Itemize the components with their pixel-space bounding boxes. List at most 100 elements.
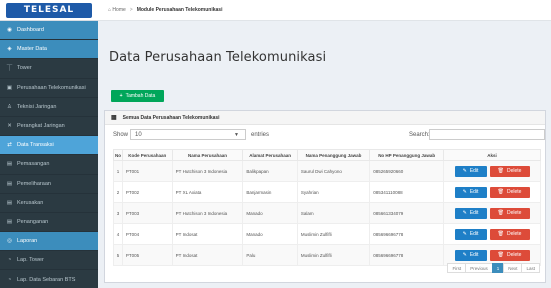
entries-value: 10 <box>135 132 142 138</box>
logo-text: TELESAL <box>6 2 92 18</box>
search-label: Search: <box>409 132 430 138</box>
sidebar-item-kerusakan[interactable]: ▤ Kerusakan <box>0 194 98 213</box>
trash-icon: 🗑 <box>497 210 504 216</box>
search-input[interactable] <box>429 129 545 140</box>
table-cell: Syahrian <box>296 181 371 203</box>
delete-button[interactable]: 🗑 Delete <box>489 249 530 261</box>
table-controls: Show 10 ▼ entries Search: <box>113 129 545 143</box>
row-actions: ✎ Edit 🗑 Delete <box>444 207 540 219</box>
edit-label: Edit <box>469 189 479 195</box>
trash-icon: 🗑 <box>497 168 504 174</box>
maintenance-icon: ▤ <box>6 180 13 187</box>
install-icon: ▤ <box>6 161 13 168</box>
companies-table: No Kode Perusahaan Nama Perusahaan Alamat P… <box>113 149 541 266</box>
sidebar-item-label: Perangkat Jaringan <box>17 123 65 130</box>
trash-icon: 🗑 <box>497 252 504 258</box>
edit-button[interactable]: ✎ Edit <box>454 186 487 198</box>
logo[interactable]: TELESAL <box>0 0 98 21</box>
sidebar-nav: ◉ Dashboard ◈ Master Data ⏉ Tower ▣ Perusahaan … <box>0 21 98 288</box>
table-cell: Muslimin Zulfifli <box>296 244 371 266</box>
breadcrumb-current: Module Perusahaan Telekomunikasi <box>136 7 223 13</box>
breadcrumb: ⌂ Home > Module Perusahaan Telekomunikas… <box>98 0 551 21</box>
damage-icon: ▤ <box>6 199 13 206</box>
sidebar-item-master-data[interactable]: ◈ Master Data <box>0 40 98 60</box>
table-cell: PT Indosat <box>171 244 244 266</box>
delete-button[interactable]: 🗑 Delete <box>489 186 530 198</box>
edit-label: Edit <box>469 231 479 237</box>
action-cell: ✎ Edit 🗑 Delete <box>443 223 541 245</box>
pagination-last[interactable]: Last <box>521 263 540 273</box>
column-header[interactable]: No <box>113 149 123 161</box>
table-cell: PT Indosat <box>171 223 244 245</box>
table-cell: Balikpapan <box>242 160 298 182</box>
pencil-icon: ✎ <box>462 189 467 195</box>
table-cell: PT XL Axiata <box>171 181 244 203</box>
table-body: 1 PT001 PT Hutchison 3 Indonesia Balikpapan… <box>113 160 541 266</box>
column-header[interactable]: Nama Perusahaan <box>171 149 244 161</box>
edit-button[interactable]: ✎ Edit <box>454 165 487 177</box>
row-actions: ✎ Edit 🗑 Delete <box>444 186 540 198</box>
row-actions: ✎ Edit 🗑 Delete <box>444 249 540 261</box>
panel-title: Semua Data Perusahaan Telekomunikasi <box>122 114 220 121</box>
sidebar-item-penanganan[interactable]: ▤ Penanganan <box>0 213 98 233</box>
tower-icon: ⏉ <box>6 66 13 73</box>
table-cell: PT001 <box>121 160 173 182</box>
pagination-first[interactable]: First <box>447 263 467 273</box>
delete-button[interactable]: 🗑 Delete <box>489 207 530 219</box>
breadcrumb-separator: > <box>129 7 133 13</box>
entries-select[interactable]: 10 ▼ <box>130 129 246 140</box>
chevron-down-icon: ▼ <box>234 132 239 138</box>
sidebar-item-label: Master Data <box>17 46 47 53</box>
table-cell: 085341110088 <box>369 181 445 203</box>
column-header[interactable]: Aksi <box>443 149 541 161</box>
add-data-button[interactable]: + Tambah Data <box>111 90 164 102</box>
sidebar-item-dashboard[interactable]: ◉ Dashboard <box>0 21 98 41</box>
column-header[interactable]: Alamat Perusahaan <box>242 149 298 161</box>
column-header[interactable]: No HP Penanggung Jawab <box>369 149 445 161</box>
pagination-previous[interactable]: Previous <box>465 263 493 273</box>
sidebar-item-lap-data-sebaran-bts[interactable]: ◔ Lap. Data Sebaran BTS <box>0 270 98 288</box>
edit-button[interactable]: ✎ Edit <box>454 249 487 261</box>
breadcrumb-home[interactable]: Home <box>112 7 125 13</box>
column-header[interactable]: Kode Perusahaan <box>121 149 173 161</box>
user-icon: ♙ <box>7 103 12 110</box>
sidebar-item-pemeliharaan[interactable]: ▤ Pemeliharaan <box>0 175 98 194</box>
table-cell: PT003 <box>121 202 173 224</box>
action-cell: ✎ Edit 🗑 Delete <box>443 181 541 203</box>
table-cell: 085696696778 <box>369 244 445 266</box>
sidebar-item-tower[interactable]: ⏉ Tower <box>0 59 98 79</box>
sidebar-item-pemasangan[interactable]: ▤ Pemasangan <box>0 155 98 175</box>
table-cell: PT004 <box>121 223 173 245</box>
grid-icon: ▦ <box>111 115 117 121</box>
sidebar: TELESAL ◉ Dashboard ◈ Master Data ⏉ Tower ▣ Per… <box>0 0 98 288</box>
column-header[interactable]: Nama Penanggung Jawab <box>296 149 371 161</box>
table-cell: Palu <box>242 244 298 266</box>
row-actions: ✎ Edit 🗑 Delete <box>444 165 540 177</box>
table-cell: 085696696778 <box>369 223 445 245</box>
sidebar-item-perusahaan-telekomunikasi[interactable]: ▣ Perusahaan Telekomunikasi <box>0 79 98 98</box>
table-cell: 4 <box>113 223 123 245</box>
sidebar-item-laporan[interactable]: ◎ Laporan <box>0 232 98 252</box>
delete-label: Delete <box>506 189 522 195</box>
delete-button[interactable]: 🗑 Delete <box>489 228 530 240</box>
sidebar-item-teknisi-jaringan[interactable]: ♙ Teknisi Jaringan <box>0 98 98 117</box>
report-file-icon: ◔ <box>7 257 12 264</box>
delete-button[interactable]: 🗑 Delete <box>489 165 530 177</box>
report-file-icon: ◔ <box>7 276 12 283</box>
entries-label: entries <box>251 132 270 138</box>
edit-button[interactable]: ✎ Edit <box>454 207 487 219</box>
sidebar-item-perangkat-jaringan[interactable]: ✕ Perangkat Jaringan <box>0 117 98 137</box>
delete-label: Delete <box>506 168 522 174</box>
sidebar-item-lap-tower[interactable]: ◔ Lap. Tower <box>0 251 98 271</box>
row-actions: ✎ Edit 🗑 Delete <box>444 228 540 240</box>
pagination-next[interactable]: Next <box>503 263 523 273</box>
handling-icon: ▤ <box>6 218 13 225</box>
trash-icon: 🗑 <box>497 231 504 237</box>
sidebar-item-data-transaksi[interactable]: ⇄ Data Transaksi <box>0 136 98 156</box>
table-cell: 085265920660 <box>369 160 445 182</box>
sidebar-item-label: Laporan <box>17 238 38 245</box>
trash-icon: 🗑 <box>497 189 504 195</box>
table-row: 4 PT004 PT Indosat Manado Muslimin Zulfifli 0… <box>113 223 541 245</box>
edit-button[interactable]: ✎ Edit <box>454 228 487 240</box>
table-cell: PT005 <box>121 244 173 266</box>
